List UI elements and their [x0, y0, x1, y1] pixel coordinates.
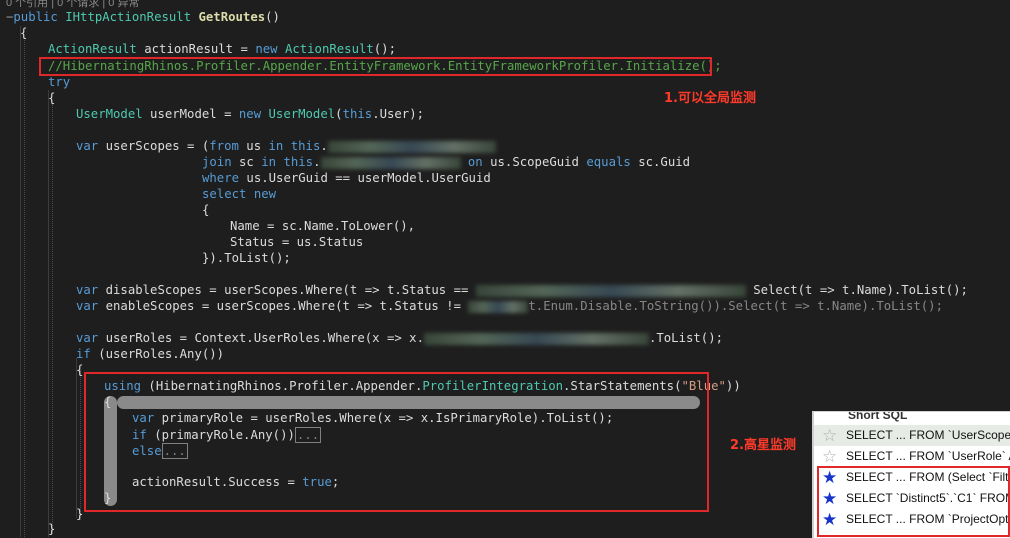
annotation-box-starred-rows: [817, 466, 1010, 537]
indent-guide: [24, 40, 25, 537]
code-line[interactable]: var disableScopes = userScopes.Where(t =…: [76, 282, 968, 298]
panel-header: Short SQL: [848, 411, 908, 422]
code-line[interactable]: join sc in this. on us.ScopeGuid equals …: [202, 154, 690, 170]
code-line[interactable]: var userScopes = (from us in this.: [76, 138, 496, 154]
code-line[interactable]: var enableScopes = userScopes.Where(t =>…: [76, 298, 943, 314]
star-empty-icon[interactable]: ☆: [822, 425, 837, 446]
code-line[interactable]: {: [20, 25, 27, 41]
indent-guide: [52, 104, 53, 534]
code-line[interactable]: }).ToList();: [202, 250, 291, 266]
code-line[interactable]: select new: [202, 186, 276, 202]
star-empty-icon[interactable]: ☆: [822, 446, 837, 467]
code-line[interactable]: ActionResult actionResult = new ActionRe…: [48, 41, 396, 57]
indent-guide: [80, 370, 81, 520]
collapse-gutter: [76, 358, 77, 518]
collapse-gutter: [48, 90, 49, 537]
code-line[interactable]: where us.UserGuid == userModel.UserGuid: [202, 170, 491, 186]
code-line[interactable]: if (userRoles.Any()): [76, 346, 224, 362]
code-line[interactable]: try: [48, 74, 70, 90]
annotation-label-global: 1.可以全局监测: [664, 91, 756, 106]
code-line[interactable]: {: [48, 90, 55, 106]
code-line[interactable]: Status = us.Status: [230, 234, 363, 250]
code-line[interactable]: UserModel userModel = new UserModel(this…: [76, 106, 424, 122]
annotation-box-global: [39, 57, 712, 76]
code-line[interactable]: {: [76, 362, 83, 378]
code-line[interactable]: −public IHttpActionResult GetRoutes(): [6, 9, 280, 25]
redacted-text: [423, 332, 649, 345]
sql-row[interactable]: ☆ SELECT ... FROM `UserRole` AS `: [814, 446, 1010, 467]
collapse-gutter: [20, 26, 21, 537]
code-line[interactable]: }: [48, 521, 55, 537]
annotation-box-star: [84, 372, 709, 512]
code-line[interactable]: {: [202, 202, 209, 218]
code-line[interactable]: Name = sc.Name.ToLower(),: [230, 218, 415, 234]
code-line[interactable]: }: [76, 506, 83, 522]
redacted-text: [320, 156, 461, 169]
redacted-text: [475, 284, 746, 297]
annotation-label-star: 2.高星监测: [730, 438, 796, 453]
redacted-text: [468, 300, 529, 313]
sql-row[interactable]: ☆ SELECT ... FROM `UserScope` AS: [814, 425, 1010, 446]
redacted-text: [327, 140, 496, 153]
code-line[interactable]: var userRoles = Context.UserRoles.Where(…: [76, 330, 723, 346]
